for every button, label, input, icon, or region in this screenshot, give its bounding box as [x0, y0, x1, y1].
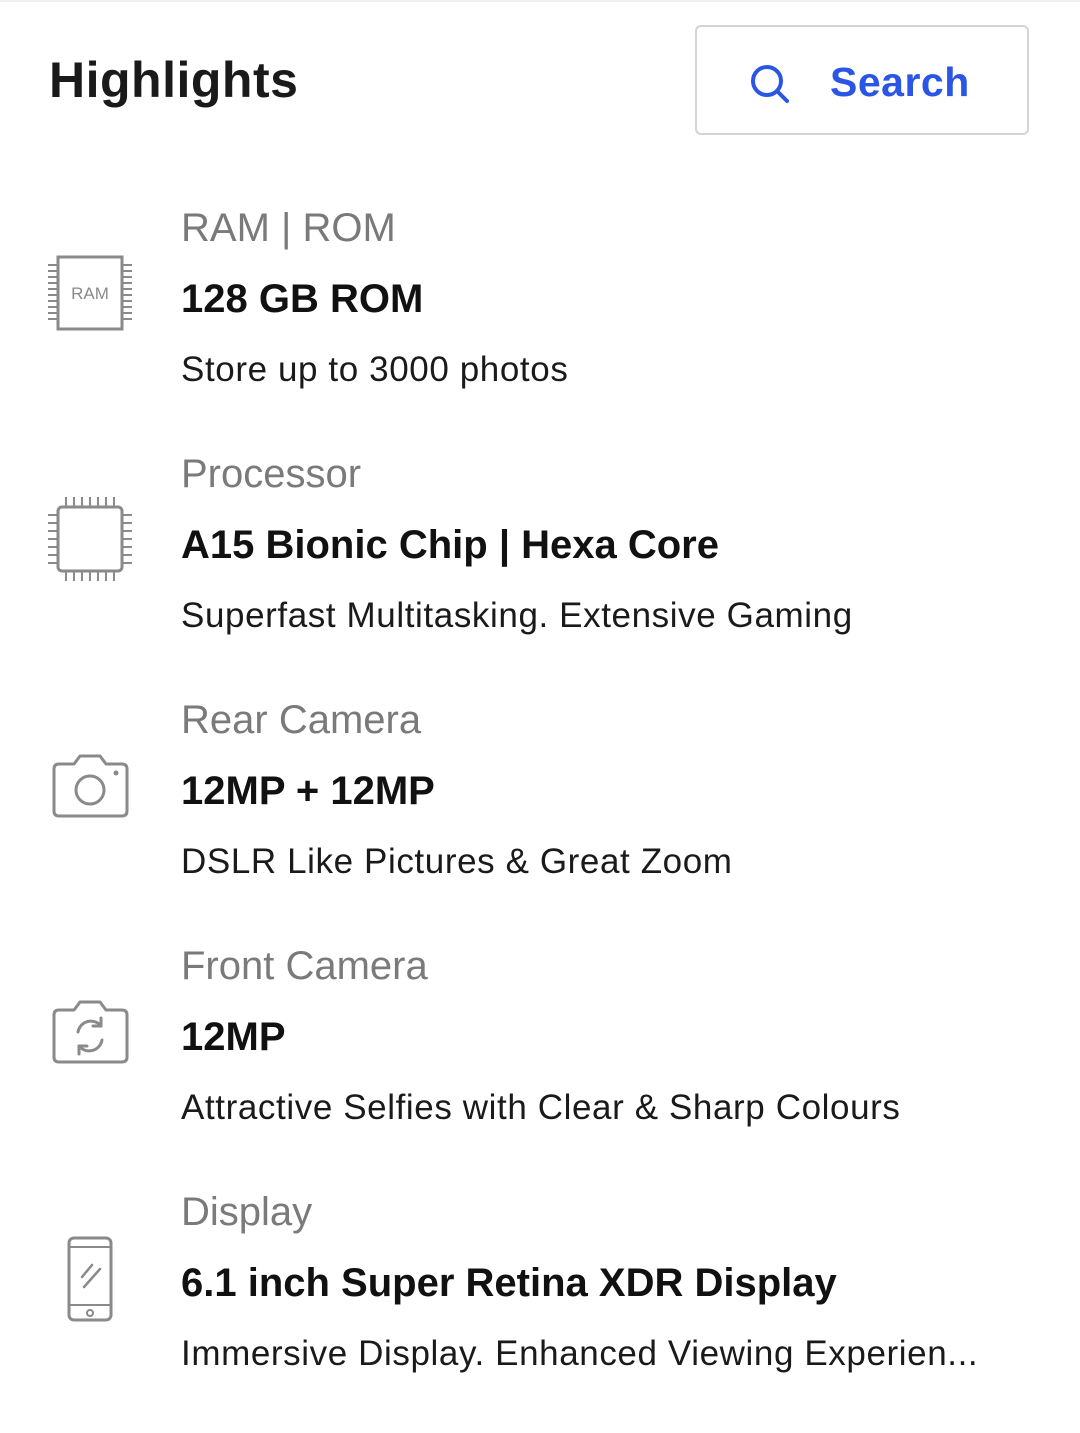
processor-chip-icon	[44, 493, 136, 585]
rear-camera-icon	[44, 739, 136, 831]
highlight-item-processor: Processor A15 Bionic Chip | Hexa Core Su…	[0, 449, 1080, 695]
highlight-item-storage: RAM RAM | ROM 128 GB ROM Store up to 300…	[0, 203, 1080, 449]
section-title: Highlights	[49, 52, 299, 108]
ram-chip-icon: RAM	[44, 247, 136, 339]
highlight-value: 12MP + 12MP	[181, 769, 435, 813]
highlight-category: Rear Camera	[181, 698, 422, 742]
search-icon	[749, 63, 791, 105]
search-label: Search	[830, 59, 970, 105]
highlight-category: RAM | ROM	[181, 206, 396, 250]
phone-display-icon	[44, 1231, 136, 1323]
highlight-description: DSLR Like Pictures & Great Zoom	[181, 842, 733, 881]
ram-icon-label: RAM	[71, 284, 109, 303]
highlight-item-display: Display 6.1 inch Super Retina XDR Displa…	[0, 1187, 1080, 1433]
highlight-category: Front Camera	[181, 944, 428, 988]
highlight-value: 12MP	[181, 1015, 286, 1059]
search-button[interactable]: Search	[695, 25, 1029, 135]
highlight-item-front-camera: Front Camera 12MP Attractive Selfies wit…	[0, 941, 1080, 1187]
highlight-description: Superfast Multitasking. Extensive Gaming	[181, 596, 853, 635]
highlight-description: Attractive Selfies with Clear & Sharp Co…	[181, 1088, 901, 1127]
highlights-header: Highlights Search	[0, 0, 1080, 160]
highlight-category: Processor	[181, 452, 362, 496]
highlight-value: 128 GB ROM	[181, 277, 424, 321]
highlight-description: Immersive Display. Enhanced Viewing Expe…	[181, 1334, 979, 1373]
highlight-category: Display	[181, 1190, 313, 1234]
front-camera-icon	[44, 985, 136, 1077]
highlight-value: 6.1 inch Super Retina XDR Display	[181, 1261, 837, 1305]
highlight-value: A15 Bionic Chip | Hexa Core	[181, 523, 719, 567]
highlight-item-rear-camera: Rear Camera 12MP + 12MP DSLR Like Pictur…	[0, 695, 1080, 941]
highlight-description: Store up to 3000 photos	[181, 350, 569, 389]
